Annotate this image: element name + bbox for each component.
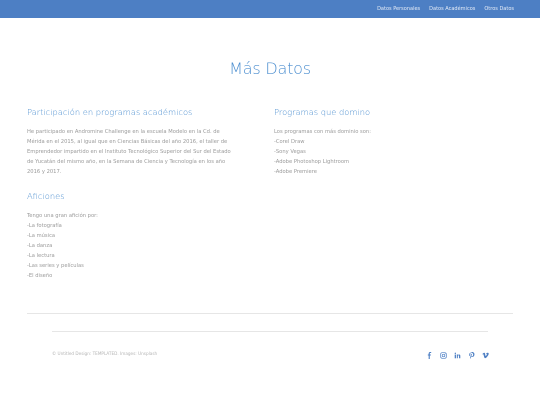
nav-links: Datos Personales Datos Académicos Otros … — [368, 0, 514, 18]
list-item: -Corel Draw — [274, 139, 305, 145]
hobbies-section-title: Aficiones — [27, 191, 65, 201]
academic-line: 2016 y 2017. — [27, 169, 62, 175]
linkedin-icon[interactable] — [453, 351, 462, 360]
academic-line: Emprendedor impartido en el Instituto Te… — [27, 149, 231, 155]
list-item: -La música — [27, 233, 56, 239]
list-item: -Adobe Photoshop Lightroom — [274, 159, 350, 165]
academic-line: de Yucatán del mismo año, en la Semana d… — [27, 159, 226, 165]
programs-intro: Los programas con más dominio son: — [274, 129, 371, 135]
programs-section-title: Programas que domino — [274, 107, 371, 117]
nav-link-datos-personales[interactable]: Datos Personales — [377, 6, 420, 12]
academic-section-title: Participación en programas académicos — [27, 107, 193, 117]
facebook-icon[interactable] — [425, 351, 434, 360]
hobbies-list: Tengo una gran afición por: -La fotograf… — [27, 211, 98, 281]
vimeo-icon[interactable] — [481, 351, 490, 360]
academic-line: He participado en Andromine Challenge en… — [27, 129, 220, 135]
instagram-icon[interactable] — [439, 351, 448, 360]
list-item: -La fotografía — [27, 223, 62, 229]
nav-link-datos-academicos[interactable]: Datos Académicos — [429, 6, 475, 12]
list-item: -Adobe Premiere — [274, 169, 317, 175]
list-item: -La danza — [27, 243, 53, 249]
hobbies-intro: Tengo una gran afición por: — [27, 213, 98, 219]
footer-inner-divider — [52, 331, 488, 332]
top-navigation-bar: Datos Personales Datos Académicos Otros … — [0, 0, 540, 18]
academic-paragraph: He participado en Andromine Challenge en… — [27, 127, 267, 177]
nav-link-otros-datos[interactable]: Otros Datos — [484, 6, 514, 12]
academic-line: Mérida en el 2015, al igual que en Cienc… — [27, 139, 228, 145]
list-item: -La lectura — [27, 253, 55, 259]
copyright-text: © Untitled Design: TEMPLATED. Images: Un… — [52, 351, 158, 356]
pinterest-icon[interactable] — [467, 351, 476, 360]
list-item: -Sony Vegas — [274, 149, 306, 155]
programs-list: Los programas con más dominio son: -Core… — [274, 127, 371, 177]
footer-divider — [27, 313, 513, 314]
list-item: -Las series y películas — [27, 263, 84, 269]
page-title: Más Datos — [229, 59, 311, 78]
social-links — [425, 351, 495, 360]
list-item: -El diseño — [27, 273, 53, 279]
